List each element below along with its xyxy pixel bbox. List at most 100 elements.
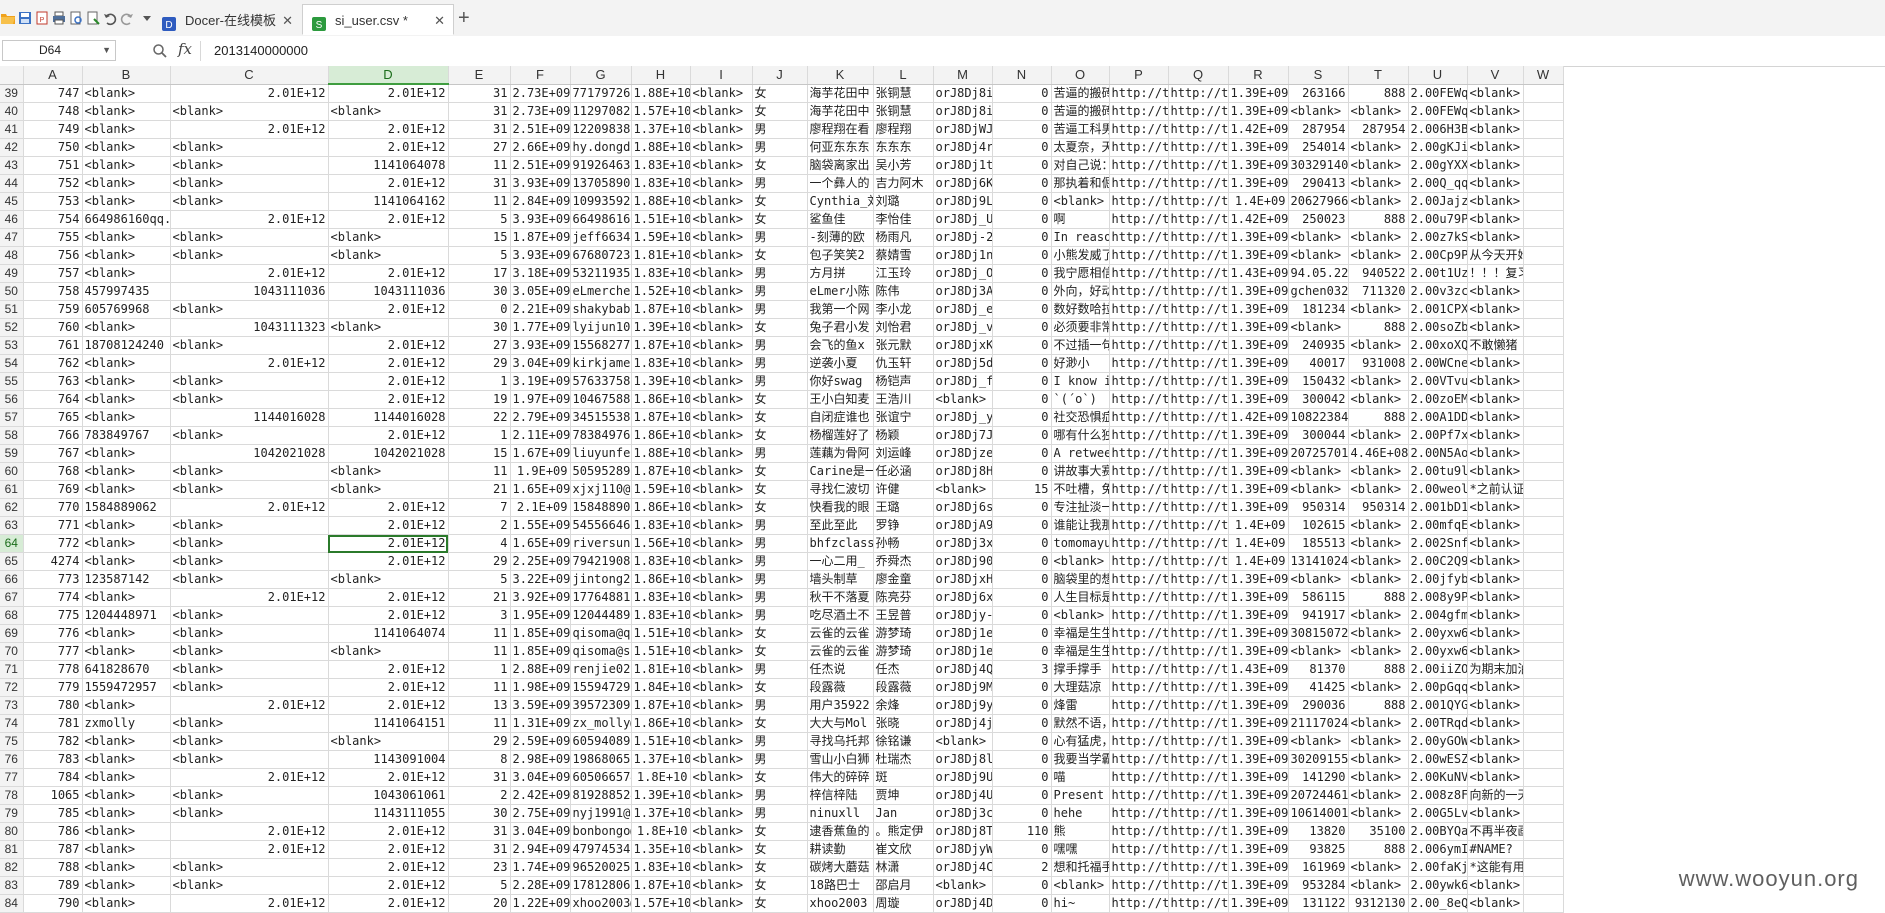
- cell-j71[interactable]: 男: [752, 660, 808, 679]
- cell-h49[interactable]: 1.83E+10: [631, 264, 691, 283]
- cell-j75[interactable]: 男: [752, 732, 808, 751]
- cell-c46[interactable]: 2.01E+12: [170, 210, 329, 229]
- cell-c62[interactable]: 2.01E+12: [170, 498, 329, 517]
- cell-s51[interactable]: 181234: [1288, 300, 1349, 319]
- row-header[interactable]: 49: [0, 264, 24, 283]
- cell-b62[interactable]: 1584889062: [82, 498, 171, 517]
- cell-u50[interactable]: 2.00v3zc1: [1408, 282, 1468, 301]
- cell-o50[interactable]: 外向，好动: [1051, 282, 1110, 301]
- cell-r47[interactable]: 1.39E+09: [1228, 228, 1289, 247]
- cell-h78[interactable]: 1.39E+10: [631, 786, 691, 805]
- cell-f65[interactable]: 2.25E+09: [510, 552, 571, 571]
- cell-q55[interactable]: http://tp: [1168, 372, 1229, 391]
- cell-d64[interactable]: 2.01E+12: [328, 534, 449, 553]
- cell-e61[interactable]: 21: [448, 480, 511, 499]
- cell-s79[interactable]: 10614001: [1288, 804, 1349, 823]
- cell-m53[interactable]: orJ8DjxK2: [933, 336, 993, 355]
- cell-e80[interactable]: 31: [448, 822, 511, 841]
- cell-c76[interactable]: <blank>: [170, 750, 329, 769]
- cell-p69[interactable]: http://tp: [1109, 624, 1169, 643]
- cell-q47[interactable]: http://tp: [1168, 228, 1229, 247]
- close-icon[interactable]: ✕: [282, 5, 293, 36]
- cell-q64[interactable]: http://tp: [1168, 534, 1229, 553]
- cell-j46[interactable]: 女: [752, 210, 808, 229]
- cell-p39[interactable]: http://tp: [1109, 84, 1169, 103]
- cell-t74[interactable]: <blank>: [1348, 714, 1409, 733]
- cell-j48[interactable]: 女: [752, 246, 808, 265]
- cell-b82[interactable]: <blank>: [82, 858, 171, 877]
- select-all-corner[interactable]: [0, 66, 24, 85]
- cell-c58[interactable]: <blank>: [170, 426, 329, 445]
- cell-o67[interactable]: 人生目标是: [1051, 588, 1110, 607]
- cell-a81[interactable]: 787: [23, 840, 83, 859]
- cell-g49[interactable]: 532119353: [570, 264, 632, 283]
- cell-q67[interactable]: http://tp: [1168, 588, 1229, 607]
- cell-v42[interactable]: <blank>: [1467, 138, 1524, 157]
- cell-k61[interactable]: 寻找仁波切: [807, 480, 874, 499]
- cell-u41[interactable]: 2.006H3Bk: [1408, 120, 1468, 139]
- cell-n73[interactable]: 0: [992, 696, 1052, 715]
- cell-j83[interactable]: 女: [752, 876, 808, 895]
- cell-d42[interactable]: 2.01E+12: [328, 138, 449, 157]
- cell-s63[interactable]: 102615: [1288, 516, 1349, 535]
- cell-r52[interactable]: 1.39E+09: [1228, 318, 1289, 337]
- cell-c83[interactable]: <blank>: [170, 876, 329, 895]
- cell-n62[interactable]: 0: [992, 498, 1052, 517]
- cell-a65[interactable]: 4274: [23, 552, 83, 571]
- cell-m46[interactable]: orJ8Dj_Uc: [933, 210, 993, 229]
- cell-q65[interactable]: http://tp: [1168, 552, 1229, 571]
- cell-a63[interactable]: 771: [23, 516, 83, 535]
- cell-o61[interactable]: 不吐槽，免: [1051, 480, 1110, 499]
- cell-r48[interactable]: 1.39E+09: [1228, 246, 1289, 265]
- cell-r80[interactable]: 1.39E+09: [1228, 822, 1289, 841]
- cell-o44[interactable]: 那执着和倔: [1051, 174, 1110, 193]
- cell-u75[interactable]: 2.00yGOW: [1408, 732, 1468, 751]
- cell-o74[interactable]: 默然不语，: [1051, 714, 1110, 733]
- cell-f78[interactable]: 2.42E+09: [510, 786, 571, 805]
- cell-c67[interactable]: 2.01E+12: [170, 588, 329, 607]
- cell-d68[interactable]: 2.01E+12: [328, 606, 449, 625]
- cell-k65[interactable]: 一心二用_: [807, 552, 874, 571]
- cell-a46[interactable]: 754: [23, 210, 83, 229]
- cell-j66[interactable]: 男: [752, 570, 808, 589]
- row-header[interactable]: 69: [0, 624, 24, 643]
- cell-n78[interactable]: 0: [992, 786, 1052, 805]
- cell-n67[interactable]: 0: [992, 588, 1052, 607]
- cell-s78[interactable]: 20724461: [1288, 786, 1349, 805]
- cell-l72[interactable]: 段露薇: [873, 678, 934, 697]
- row-header[interactable]: 75: [0, 732, 24, 751]
- cell-p76[interactable]: http://tp: [1109, 750, 1169, 769]
- cell-v45[interactable]: <blank>: [1467, 192, 1524, 211]
- cell-n82[interactable]: 2: [992, 858, 1052, 877]
- cell-d60[interactable]: <blank>: [328, 462, 449, 481]
- cell-s53[interactable]: 240935: [1288, 336, 1349, 355]
- cell-j67[interactable]: 男: [752, 588, 808, 607]
- cell-i63[interactable]: <blank>: [690, 516, 753, 535]
- column-header-n[interactable]: N: [992, 66, 1052, 85]
- cell-m69[interactable]: orJ8Dj1ec: [933, 624, 993, 643]
- row-header[interactable]: 61: [0, 480, 24, 499]
- cell-h51[interactable]: 1.87E+10: [631, 300, 691, 319]
- cell-u68[interactable]: 2.004gfmF: [1408, 606, 1468, 625]
- cell-e63[interactable]: 2: [448, 516, 511, 535]
- cell-f42[interactable]: 2.66E+09: [510, 138, 571, 157]
- cell-w56[interactable]: [1523, 390, 1564, 409]
- cell-c79[interactable]: <blank>: [170, 804, 329, 823]
- cell-o64[interactable]: tomomayuu: [1051, 534, 1110, 553]
- cell-r69[interactable]: 1.39E+09: [1228, 624, 1289, 643]
- cell-d51[interactable]: 2.01E+12: [328, 300, 449, 319]
- column-header-i[interactable]: I: [690, 66, 753, 85]
- cell-i75[interactable]: <blank>: [690, 732, 753, 751]
- cell-h74[interactable]: 1.86E+10: [631, 714, 691, 733]
- cell-n80[interactable]: 110: [992, 822, 1052, 841]
- cell-p51[interactable]: http://tp: [1109, 300, 1169, 319]
- cell-j44[interactable]: 男: [752, 174, 808, 193]
- cell-v80[interactable]: 不再半夜画大图: [1467, 822, 1524, 841]
- cell-w74[interactable]: [1523, 714, 1564, 733]
- cell-f39[interactable]: 2.73E+09: [510, 84, 571, 103]
- cell-m52[interactable]: orJ8Dj_vu: [933, 318, 993, 337]
- cell-i54[interactable]: <blank>: [690, 354, 753, 373]
- cell-g74[interactable]: zx_molly@: [570, 714, 632, 733]
- cell-n75[interactable]: 0: [992, 732, 1052, 751]
- cell-s82[interactable]: 161969: [1288, 858, 1349, 877]
